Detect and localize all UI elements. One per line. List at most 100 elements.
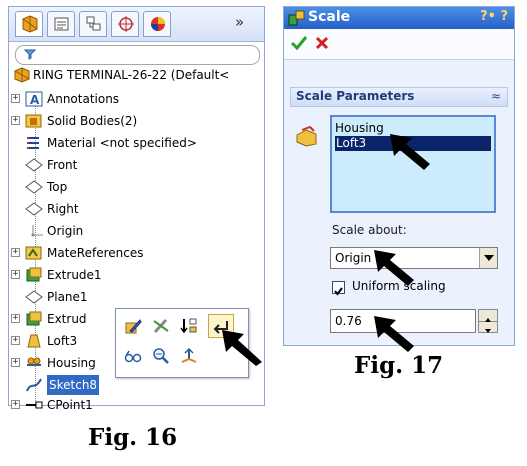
- figure-caption-17: Fig. 17: [354, 352, 444, 379]
- tree-item-label: Origin: [47, 224, 84, 238]
- tab-display-manager[interactable]: [143, 11, 171, 37]
- expand-toggle-icon[interactable]: +: [11, 116, 20, 125]
- configuration-manager-icon: [86, 16, 101, 31]
- tab-feature-manager[interactable]: [15, 11, 43, 37]
- expand-toggle-icon[interactable]: +: [11, 314, 20, 323]
- tree-item-label: Housing: [47, 356, 96, 370]
- expand-toggle-icon[interactable]: +: [11, 358, 20, 367]
- tree-item-cpoint1[interactable]: + CPoint1: [9, 395, 259, 415]
- feature-manager-icon: [22, 15, 38, 33]
- help-icon[interactable]: ?• ?: [480, 9, 508, 24]
- tree-item-extrude1[interactable]: + Extrude1: [9, 265, 259, 285]
- expand-toggle-icon[interactable]: +: [11, 248, 20, 257]
- mate-references-icon: [25, 246, 42, 260]
- chevron-down-icon: [484, 255, 494, 261]
- plane-icon: [25, 202, 43, 216]
- pointer-arrow-icon: [390, 134, 430, 170]
- manager-tab-bar: »: [9, 7, 264, 42]
- tree-item-solid-bodies[interactable]: + Solid Bodies(2): [9, 111, 259, 131]
- scale-about-label: Scale about:: [332, 223, 407, 237]
- tree-item-extrude2[interactable]: + Extrud: [9, 309, 113, 329]
- expand-toggle-icon[interactable]: +: [11, 94, 20, 103]
- housing-feature-icon: [27, 357, 41, 366]
- suppress-icon: [153, 318, 169, 334]
- material-icon: [27, 137, 39, 149]
- tree-item-label: Right: [47, 202, 79, 216]
- tree-item-sketch8[interactable]: Sketch8: [9, 375, 259, 395]
- normal-to-icon: [181, 347, 197, 363]
- expand-toggle-icon[interactable]: +: [11, 270, 20, 279]
- tree-item-label: MateReferences: [47, 246, 144, 260]
- pointer-arrow-icon: [374, 316, 414, 352]
- origin-icon: [31, 225, 43, 237]
- tab-configuration-manager[interactable]: [79, 11, 107, 37]
- zoom-icon: [153, 348, 169, 364]
- tab-dimxpert-manager[interactable]: [111, 11, 139, 37]
- cpoint-icon: [26, 401, 43, 409]
- uniform-scaling-checkbox[interactable]: [332, 281, 345, 296]
- display-manager-icon: [151, 17, 165, 31]
- scale-property-manager: Scale ?• ? Scale Parameters ≈ Housing Lo…: [283, 6, 515, 346]
- scale-title: Scale: [308, 9, 351, 25]
- tree-item-label: Front: [47, 158, 78, 172]
- more-tabs-chevron-icon[interactable]: »: [235, 13, 244, 31]
- spin-down-icon: [485, 329, 491, 333]
- tree-item-housing[interactable]: + Housing: [9, 353, 113, 373]
- tree-item-top-plane[interactable]: Top: [9, 177, 259, 197]
- tree-item-right-plane[interactable]: Right: [9, 199, 259, 219]
- tree-item-label: Plane1: [47, 290, 88, 304]
- solid-bodies-folder-icon: [25, 114, 42, 128]
- tree-item-annotations[interactable]: + A Annotations: [9, 89, 259, 109]
- tree-item-label: Sketch8: [47, 375, 100, 395]
- dimxpert-icon: [118, 16, 134, 32]
- normal-to-button[interactable]: [178, 345, 200, 367]
- tree-item-origin[interactable]: Origin: [9, 221, 259, 241]
- filter-icon: [24, 49, 36, 60]
- tree-item-matereferences[interactable]: + MateReferences: [9, 243, 259, 263]
- check-mark-icon: [334, 287, 343, 296]
- pointer-arrow-icon: [374, 250, 414, 286]
- scale-factor-spinner: [478, 309, 498, 333]
- sketch-icon: [26, 378, 42, 392]
- tree-item-loft3[interactable]: + Loft3: [9, 331, 113, 351]
- figure-caption-16: Fig. 16: [88, 424, 178, 451]
- tree-item-label: Annotations: [47, 92, 120, 106]
- extrude-icon: [26, 267, 42, 282]
- loft-icon: [27, 334, 41, 348]
- tree-item-plane1[interactable]: Plane1: [9, 287, 259, 307]
- tree-root[interactable]: RING TERMINAL-26-22 (Default<: [11, 65, 263, 85]
- part-icon: [14, 67, 30, 83]
- zoom-to-selection-button[interactable]: [150, 345, 172, 367]
- tab-property-manager[interactable]: [47, 11, 75, 37]
- plane-icon: [25, 180, 43, 194]
- bodies-to-scale-icon: [296, 125, 317, 147]
- suppress-button[interactable]: [150, 315, 172, 337]
- tree-item-front-plane[interactable]: Front: [9, 155, 259, 175]
- spin-down-button[interactable]: [479, 321, 497, 333]
- scale-feature-icon: [288, 10, 305, 26]
- tree-item-material[interactable]: Material <not specified>: [9, 133, 259, 153]
- dropdown-arrow-button[interactable]: [479, 248, 497, 268]
- group-title: Scale Parameters: [296, 89, 415, 103]
- hide-show-button[interactable]: [122, 345, 144, 367]
- collapse-chevron-icon[interactable]: ≈: [491, 89, 501, 103]
- edit-feature-icon: [125, 319, 142, 334]
- tree-item-label: Extrude1: [47, 268, 102, 282]
- plane-icon: [25, 158, 43, 172]
- property-manager-icon: [54, 17, 69, 31]
- ok-checkmark-icon[interactable]: [290, 35, 308, 51]
- scale-parameters-group-header[interactable]: Scale Parameters ≈: [290, 87, 508, 107]
- scale-title-bar: Scale ?• ?: [284, 7, 514, 29]
- expand-toggle-icon[interactable]: +: [11, 400, 20, 409]
- root-label: RING TERMINAL-26-22 (Default<: [33, 68, 230, 82]
- expand-toggle-icon[interactable]: +: [11, 336, 20, 345]
- action-buttons-row: [284, 29, 514, 60]
- pointer-arrow-icon: [222, 330, 262, 366]
- cancel-x-icon[interactable]: [314, 35, 330, 51]
- tree-item-label: Material <not specified>: [47, 136, 197, 150]
- tree-filter-field[interactable]: [15, 45, 260, 65]
- parent-child-button[interactable]: [178, 315, 200, 337]
- list-item[interactable]: Housing: [335, 121, 384, 136]
- tree-item-label: Extrud: [47, 312, 87, 326]
- edit-feature-button[interactable]: [122, 315, 144, 337]
